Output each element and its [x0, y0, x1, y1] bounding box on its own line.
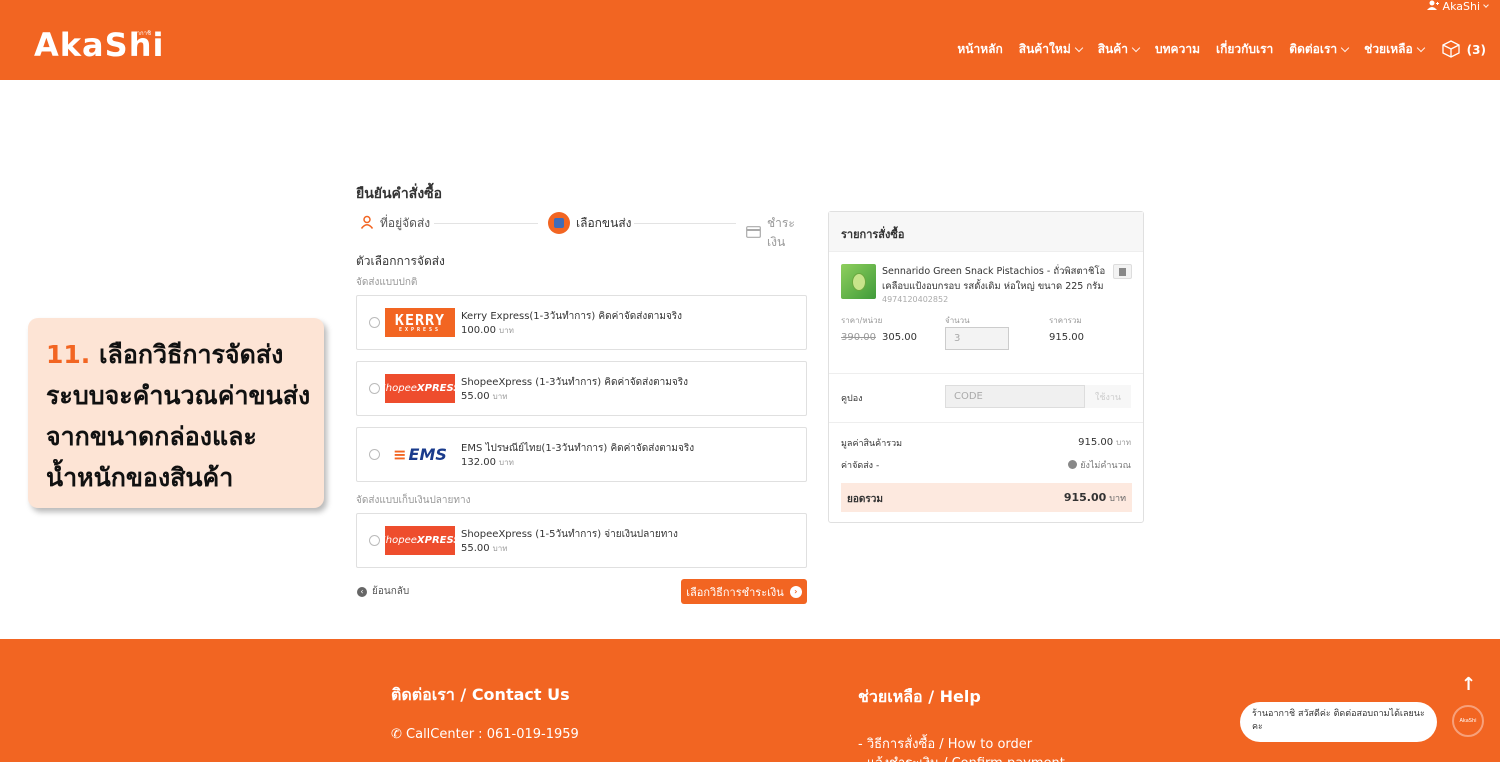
- radio-button[interactable]: [369, 317, 380, 328]
- line-total: 915.00: [1049, 332, 1084, 343]
- product-sku: 4974120402852: [882, 295, 949, 304]
- standard-shipping-label: จัดส่งแบบปกติ: [356, 277, 418, 288]
- step-connector: [634, 223, 736, 224]
- page-title: ยืนยันคำสั่งซื้อ: [356, 186, 443, 202]
- chat-bubble[interactable]: ร้านอากาชิ สวัสดีค่ะ ติดต่อสอบถามได้เลยน…: [1240, 702, 1437, 742]
- option-name: Kerry Express(1-3วันทำการ) คิดค่าจัดส่งต…: [461, 311, 683, 322]
- option-price: 55.00 บาท: [461, 543, 508, 554]
- step-connector: [434, 223, 538, 224]
- chevron-down-icon: [1340, 43, 1350, 52]
- qty-label: จำนวน: [945, 316, 970, 325]
- info-icon: [1068, 460, 1078, 469]
- chat-avatar[interactable]: AkaShi: [1452, 705, 1484, 737]
- radio-button[interactable]: [369, 383, 380, 394]
- checkout-steps: ที่อยู่จัดส่ง เลือกขนส่ง ชำระเงิน: [356, 210, 808, 249]
- account-name: AkaShi: [1442, 0, 1480, 13]
- quantity-field[interactable]: 3: [945, 327, 1009, 350]
- product-thumbnail[interactable]: [841, 264, 876, 299]
- chevron-down-icon: [1483, 1, 1489, 8]
- trash-icon: [1119, 267, 1126, 276]
- shipping-option-shopee-cod[interactable]: Shopee XPRESS ShopeeXpress (1-5วันทำการ) …: [356, 513, 807, 568]
- order-summary: รายการสั่งซื้อ Sennarido Green Snack Pis…: [828, 211, 1144, 523]
- coupon-label: คูปอง: [841, 394, 863, 404]
- footer-link-how-to-order[interactable]: - วิธีการสั่งซื้อ / How to order: [858, 733, 1032, 754]
- shopee-xpress-logo: Shopee XPRESS: [379, 374, 461, 403]
- nav-articles[interactable]: บทความ: [1155, 40, 1200, 59]
- back-link[interactable]: ‹ ย้อนกลับ: [357, 584, 409, 599]
- step-number: 11.: [46, 340, 91, 369]
- product-name[interactable]: Sennarido Green Snack Pistachios - ถั่วพ…: [882, 264, 1107, 294]
- site-header: AkaShi อากาชิ AkaShi หน้าหลัก สินค้าใหม่…: [0, 0, 1500, 80]
- cod-shipping-label: จัดส่งแบบเก็บเงินปลายทาง: [356, 495, 471, 506]
- nav-products[interactable]: สินค้า: [1098, 40, 1141, 59]
- step-address[interactable]: ที่อยู่จัดส่ง: [360, 214, 430, 233]
- shipping-section-title: ตัวเลือกการจัดส่ง: [356, 254, 445, 268]
- unit-price: 390.00 305.00: [841, 332, 917, 343]
- option-price: 100.00 บาท: [461, 325, 514, 336]
- footer-help-title: ช่วยเหลือ / Help: [858, 687, 981, 706]
- shopee-xpress-logo: Shopee XPRESS: [379, 526, 461, 555]
- shipping-fee-label: ค่าจัดส่ง -: [841, 461, 880, 471]
- shipping-option-ems[interactable]: ≡ EMS EMS ไปรษณีย์ไทย(1-3วันทำการ) คิดค่า…: [356, 427, 807, 482]
- nav-new-products[interactable]: สินค้าใหม่: [1019, 40, 1083, 59]
- option-price: 132.00 บาท: [461, 457, 514, 468]
- cart-box-icon: [1440, 38, 1462, 61]
- step-payment[interactable]: ชำระเงิน: [746, 214, 808, 252]
- nav-contact[interactable]: ติดต่อเรา: [1289, 40, 1350, 59]
- site-logo-sub: อากาชิ: [133, 30, 152, 37]
- shipping-option-kerry[interactable]: KERRY EXPRESS Kerry Express(1-3วันทำการ)…: [356, 295, 807, 350]
- option-name: ShopeeXpress (1-3วันทำการ) คิดค่าจัดส่งต…: [461, 377, 688, 388]
- step-shipping[interactable]: เลือกขนส่ง: [548, 212, 632, 234]
- footer-contact-title: ติดต่อเรา / Contact Us: [391, 685, 570, 704]
- credit-card-icon: [746, 225, 761, 241]
- cart-button[interactable]: (3): [1440, 38, 1486, 61]
- ems-logo: ≡ EMS: [393, 445, 447, 464]
- nav-about[interactable]: เกี่ยวกับเรา: [1216, 40, 1273, 59]
- subtotal-label: มูลค่าสินค้ารวม: [841, 439, 903, 449]
- delete-item-button[interactable]: [1113, 264, 1132, 279]
- user-icon: [1426, 0, 1439, 13]
- shipping-option-shopee[interactable]: Shopee XPRESS ShopeeXpress (1-3วันทำการ) …: [356, 361, 807, 416]
- account-menu[interactable]: AkaShi: [1426, 0, 1489, 13]
- option-name: ShopeeXpress (1-5วันทำการ) จ่ายเงินปลายท…: [461, 529, 678, 540]
- chevron-down-icon: [1074, 43, 1083, 52]
- grand-total-row: ยอดรวม 915.00 บาท: [841, 483, 1132, 512]
- scroll-top-icon[interactable]: ↑: [1461, 674, 1476, 695]
- kerry-logo: KERRY EXPRESS: [385, 308, 455, 337]
- person-icon: [360, 215, 374, 232]
- chevron-right-icon: ›: [789, 585, 802, 598]
- footer-callcenter[interactable]: ✆ CallCenter : 061-019-1959: [391, 727, 579, 742]
- apply-coupon-button[interactable]: ใช้งาน: [1085, 385, 1131, 408]
- radio-button[interactable]: [369, 449, 380, 460]
- subtotal-value: 915.00 บาท: [1078, 437, 1131, 448]
- unit-price-label: ราคา/หน่วย: [841, 316, 883, 325]
- box-icon: [548, 212, 570, 234]
- coupon-input[interactable]: CODE: [945, 385, 1085, 408]
- radio-button[interactable]: [369, 535, 380, 546]
- cart-count: (3): [1466, 42, 1486, 57]
- phone-icon: ✆: [391, 727, 407, 742]
- chevron-left-icon: ‹: [357, 586, 367, 597]
- main-nav: หน้าหลัก สินค้าใหม่ สินค้า บทความ เกี่ยว…: [957, 38, 1486, 61]
- instruction-callout: 11. เลือกวิธีการจัดส่ง ระบบจะคำนวณค่าขนส…: [28, 318, 324, 508]
- option-price: 55.00 บาท: [461, 391, 508, 402]
- chevron-down-icon: [1131, 43, 1141, 52]
- line-total-label: ราคารวม: [1049, 316, 1082, 325]
- nav-home[interactable]: หน้าหลัก: [957, 40, 1002, 59]
- divider: [829, 373, 1143, 374]
- choose-payment-button[interactable]: เลือกวิธีการชำระเงิน ›: [681, 579, 807, 604]
- nav-help[interactable]: ช่วยเหลือ: [1364, 40, 1425, 59]
- shipping-fee-value: ยังไม่คำนวณ: [1068, 458, 1131, 472]
- chevron-down-icon: [1416, 43, 1425, 52]
- divider: [829, 422, 1143, 423]
- summary-header: รายการสั่งซื้อ: [829, 212, 1143, 252]
- footer-link-confirm-payment[interactable]: - แจ้งชำระเงิน / Confirm payment: [858, 752, 1065, 762]
- site-footer: ติดต่อเรา / Contact Us ✆ CallCenter : 06…: [0, 639, 1500, 762]
- option-name: EMS ไปรษณีย์ไทย(1-3วันทำการ) คิดค่าจัดส่…: [461, 443, 695, 454]
